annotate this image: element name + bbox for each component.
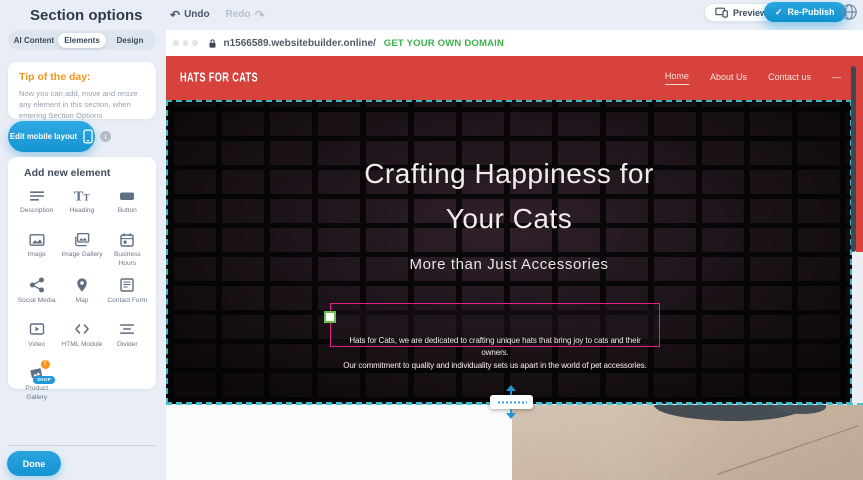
image-gallery-icon [73,231,91,248]
browser-dots [173,40,198,46]
hero-section[interactable]: Crafting Happiness for Your Cats More th… [166,100,852,404]
resize-down-arrow-icon [506,413,516,419]
nav-item-about-us[interactable]: About Us [710,72,747,85]
code-icon [73,321,91,338]
svg-text:T: T [83,192,89,202]
hero-subheading[interactable]: More than Just Accessories [168,256,850,273]
image-seam-line [717,425,859,475]
sidebar-tabs: AI ContentElementsDesign [8,30,156,50]
button-icon [118,187,136,204]
element-item-label: Contact Form [107,297,147,306]
element-item-image[interactable]: Image [14,231,59,269]
page-edge-red [856,100,863,252]
sidebar-divider [8,445,156,446]
next-section-background[interactable] [166,405,512,480]
site-header[interactable]: HATS FOR CATS Home About Us Contact us — [166,56,863,100]
svg-text:T: T [74,189,84,204]
nav-more[interactable]: — [832,72,841,85]
hero-paragraph-box[interactable]: Hats for Cats, we are dedicated to craft… [330,303,660,347]
browser-bar: n1566589.websitebuilder.online/ GET YOUR… [166,30,863,56]
redo-icon: ↷ [255,10,265,20]
element-item-label: Business Hours [105,251,150,269]
site-nav: Home About Us Contact us — [665,71,841,85]
element-item-label: Map [76,297,89,306]
preview-scrollbar[interactable] [851,66,856,252]
page-title: Section options [30,7,143,24]
republish-button[interactable]: ✓ Re-Publish [764,2,846,22]
element-item-label: Button [118,207,137,216]
element-item-label: Image Gallery [61,251,102,260]
undo-icon: ↶ [170,10,180,20]
element-item-divider[interactable]: Divider [105,321,150,357]
hero-heading[interactable]: Crafting Happiness for Your Cats [168,152,850,242]
site-logo[interactable]: HATS FOR CATS [180,71,258,85]
element-item-business-hours[interactable]: Business Hours [105,231,150,269]
tip-body: Now you can add, move and resize any ele… [19,88,145,121]
edit-mobile-layout-button[interactable]: Edit mobile layout [8,121,95,152]
element-grid: Description TT Heading Button Image Image Gal… [14,187,150,403]
element-item-label: HTML Module [61,341,102,350]
next-section-image[interactable] [512,405,863,480]
text-lines-icon [28,187,46,204]
element-item-html-module[interactable]: HTML Module [59,321,104,357]
add-element-panel: Add new element Description TT Heading Butt… [8,157,156,389]
add-element-title: Add new element [24,167,150,179]
phone-icon [83,129,93,144]
element-item-map[interactable]: Map [59,277,104,313]
site-url[interactable]: n1566589.websitebuilder.online/ [224,38,376,49]
get-domain-link[interactable]: GET YOUR OWN DOMAIN [384,38,504,49]
section-resize-handle[interactable] [490,395,533,409]
tab-elements[interactable]: Elements [58,33,106,48]
element-item-image-gallery[interactable]: Image Gallery [59,231,104,269]
element-item-button[interactable]: Button [105,187,150,223]
element-item-label: Product Gallery [14,385,59,403]
map-pin-icon [73,277,91,294]
drag-dots-icon [497,401,527,404]
business-hours-icon [118,231,136,248]
element-item-contact-form[interactable]: Contact Form [105,277,150,313]
lock-icon [208,38,217,49]
undo-button[interactable]: ↶ Undo [170,9,210,20]
drag-handle-square[interactable] [324,311,336,323]
element-item-description[interactable]: Description [14,187,59,223]
video-icon [28,321,46,338]
product-gallery-icon: !SHOP [28,365,46,382]
done-button[interactable]: Done [7,451,61,476]
info-icon[interactable]: i [100,131,111,142]
resize-down-arrow-stem [510,409,512,413]
nav-item-contact-us[interactable]: Contact us [768,72,811,85]
shop-badge: SHOP [33,376,54,384]
nav-item-home[interactable]: Home [665,71,689,85]
share-icon [28,277,46,294]
devices-icon [715,7,728,18]
history-controls: ↶ Undo Redo ↷ [170,9,265,20]
image-icon [28,231,46,248]
element-item-product-gallery[interactable]: !SHOP Product Gallery [14,365,59,403]
element-item-social-media[interactable]: Social Media [14,277,59,313]
check-icon: ✓ [775,7,783,18]
tip-card: Tip of the day: Now you can add, move an… [8,62,156,119]
contact-form-icon [118,277,136,294]
redo-button[interactable]: Redo ↷ [226,9,265,20]
language-globe-icon[interactable] [840,3,858,21]
notification-badge: ! [41,360,50,369]
element-item-heading[interactable]: TT Heading [59,187,104,223]
element-item-label: Heading [70,207,95,216]
element-item-video[interactable]: Video [14,321,59,357]
tab-design[interactable]: Design [106,33,154,48]
element-item-label: Description [20,207,53,216]
tip-title: Tip of the day: [19,71,145,83]
heading-icon: TT [73,187,91,204]
element-item-label: Social Media [18,297,56,306]
hero-paragraph: Hats for Cats, we are dedicated to craft… [343,336,647,370]
divider-icon [118,321,136,338]
element-item-label: Video [28,341,45,350]
tab-ai-content[interactable]: AI Content [10,33,58,48]
element-item-label: Divider [117,341,138,350]
element-item-label: Image [28,251,46,260]
